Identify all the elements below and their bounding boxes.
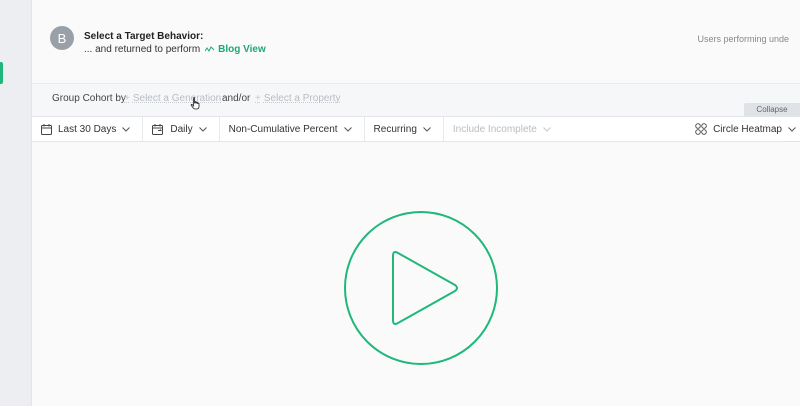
and-or-label: and/or [222, 93, 251, 104]
select-generation-link[interactable]: + Select a Generation [124, 93, 221, 104]
hand-pointer-cursor-icon [190, 97, 200, 110]
select-generation-text: Select a Generation [132, 93, 222, 104]
calendar-arrow-icon [152, 123, 164, 135]
plus-icon: + [124, 93, 130, 104]
returned-behavior-row: ... and returned to perform Blog View [84, 44, 266, 55]
chevron-down-icon [198, 126, 207, 132]
behavior-badge: B [50, 26, 74, 50]
include-incomplete-label: Include Incomplete [452, 123, 537, 135]
report-toolbar: Last 30 Days Daily Non-Cumulative Percen… [32, 116, 800, 142]
metric-label: Non-Cumulative Percent [228, 123, 338, 135]
interval-label: Daily [170, 123, 193, 135]
calendar-icon [41, 123, 52, 135]
report-content-area [32, 142, 800, 406]
collapse-button[interactable]: Collapse [744, 103, 800, 116]
metric-dropdown[interactable]: Non-Cumulative Percent [220, 117, 365, 141]
event-name: Blog View [218, 44, 266, 55]
view-type-dropdown[interactable]: Circle Heatmap [686, 117, 800, 141]
circle-heatmap-icon [695, 123, 707, 135]
nav-active-indicator [0, 62, 3, 84]
play-button[interactable] [343, 210, 499, 366]
users-performing-label: Users performing unde [697, 34, 789, 44]
interval-dropdown[interactable]: Daily [143, 117, 220, 141]
chevron-down-icon [423, 126, 431, 132]
select-property-text: Select a Property [263, 93, 341, 104]
query-header: B Select a Target Behavior: ... and retu… [32, 0, 800, 84]
trend-line-icon [205, 46, 215, 52]
group-cohort-label: Group Cohort by [52, 93, 126, 104]
app-window: B Select a Target Behavior: ... and retu… [0, 0, 800, 406]
date-range-label: Last 30 Days [58, 123, 117, 135]
plus-icon: + [255, 93, 261, 104]
cohort-group-row: Group Cohort by + Select a Generation and… [32, 84, 800, 116]
returned-label: ... and returned to perform [84, 44, 201, 55]
chevron-down-icon [788, 126, 796, 132]
select-property-link[interactable]: + Select a Property [255, 93, 341, 104]
chevron-down-icon [343, 126, 352, 132]
retention-type-label: Recurring [373, 123, 417, 135]
chevron-down-icon [122, 126, 131, 132]
chevron-down-icon [543, 126, 551, 132]
view-type-label: Circle Heatmap [713, 123, 782, 135]
include-incomplete-dropdown[interactable]: Include Incomplete [444, 117, 563, 141]
event-selector[interactable]: Blog View [205, 44, 266, 55]
left-nav-rail [0, 0, 32, 406]
play-icon [344, 211, 498, 365]
retention-type-dropdown[interactable]: Recurring [365, 117, 444, 141]
date-range-dropdown[interactable]: Last 30 Days [32, 117, 144, 141]
target-behavior-title[interactable]: Select a Target Behavior: [84, 31, 203, 42]
